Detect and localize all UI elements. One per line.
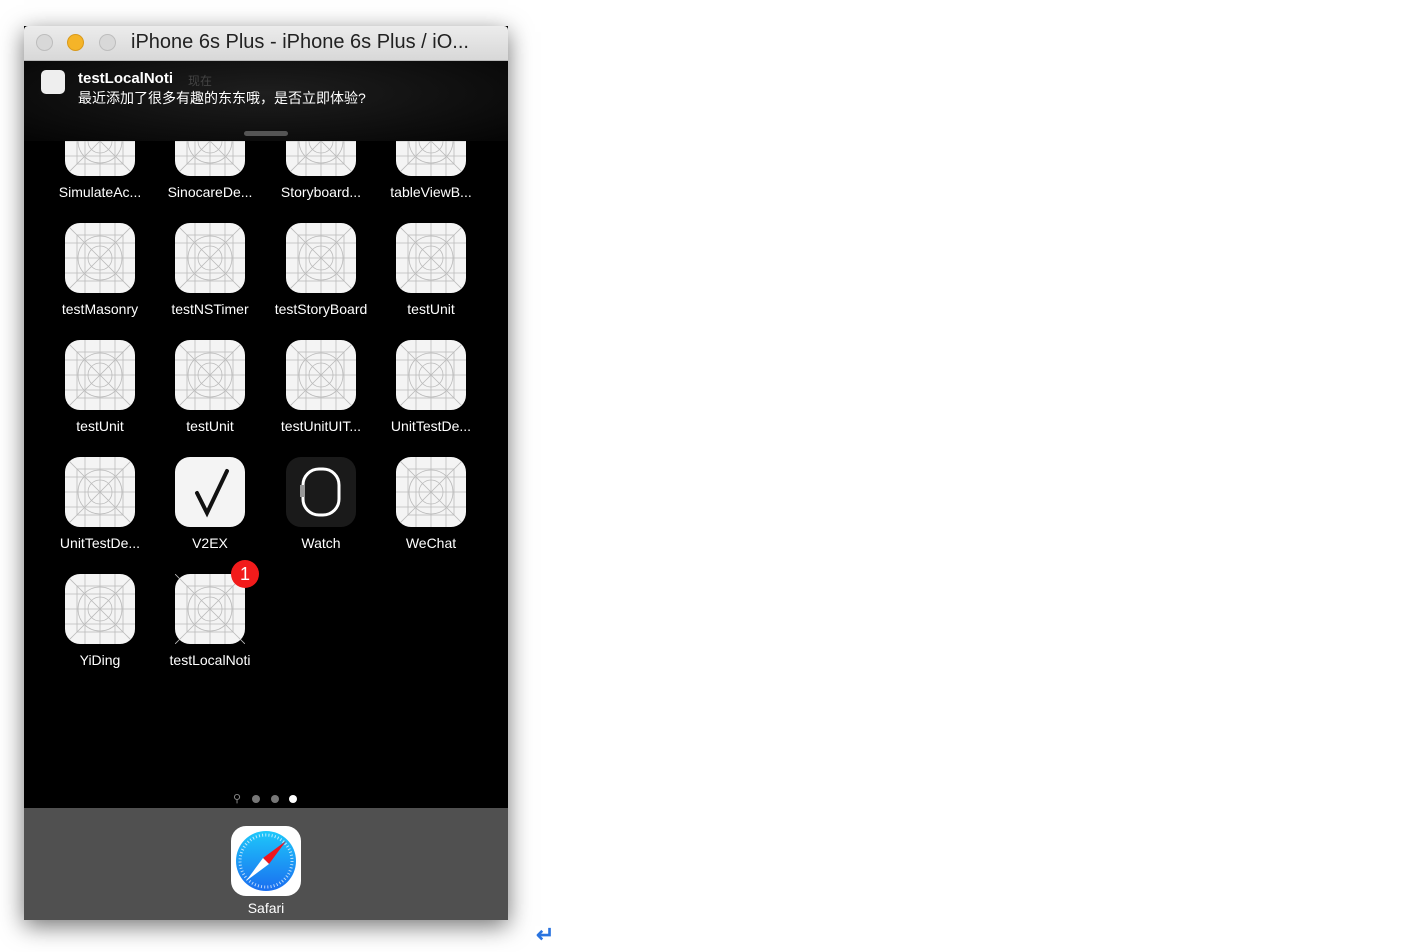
app-yiding[interactable]: YiDing xyxy=(45,574,155,668)
app-label: testNSTimer xyxy=(171,301,249,317)
app-label: UnitTestDe... xyxy=(390,418,472,434)
app-icon xyxy=(396,457,466,527)
notification-message: 最近添加了很多有趣的东东哦，是否立即体验? xyxy=(78,90,366,106)
notification-badge: 1 xyxy=(231,560,259,588)
app-testunit[interactable]: testUnit xyxy=(155,340,265,434)
app-label: testUnit xyxy=(407,301,455,317)
app-testunit[interactable]: testUnit xyxy=(376,223,486,317)
home-screen: testLocalNoti 现在 最近添加了很多有趣的东东哦，是否立即体验? S… xyxy=(24,61,508,920)
dock-app-safari[interactable]: Safari xyxy=(211,826,321,916)
page-dot[interactable] xyxy=(252,795,260,803)
dock: Safari xyxy=(24,808,508,920)
app-label: testUnit xyxy=(186,418,234,434)
app-icon xyxy=(41,70,65,94)
app-label: V2EX xyxy=(192,535,228,551)
app-unittestde[interactable]: UnitTestDe... xyxy=(376,340,486,434)
app-watch[interactable]: Watch xyxy=(266,457,376,551)
app-label: Storyboard... xyxy=(280,184,362,200)
app-teststoryboard[interactable]: testStoryBoard xyxy=(266,223,376,317)
app-label: SinocareDe... xyxy=(167,184,253,200)
drag-handle[interactable] xyxy=(244,131,288,136)
app-icon: 1 xyxy=(175,560,259,644)
app-label: testUnit xyxy=(76,418,124,434)
title-bar[interactable]: iPhone 6s Plus - iPhone 6s Plus / iO... xyxy=(24,26,508,61)
app-icon xyxy=(396,223,466,293)
safari-icon xyxy=(231,826,301,896)
app-label: testStoryBoard xyxy=(274,301,368,317)
window-title: iPhone 6s Plus - iPhone 6s Plus / iO... xyxy=(131,31,469,53)
app-v2ex[interactable]: V2EX xyxy=(155,457,265,551)
app-label: YiDing xyxy=(79,652,121,668)
app-testunituit[interactable]: testUnitUIT... xyxy=(266,340,376,434)
notification-app: testLocalNoti xyxy=(78,70,174,87)
app-icon xyxy=(175,223,245,293)
app-label: UnitTestDe... xyxy=(59,535,141,551)
minimize-button[interactable] xyxy=(67,34,84,51)
app-unittestde[interactable]: UnitTestDe... xyxy=(45,457,155,551)
app-label: testUnitUIT... xyxy=(280,418,362,434)
watch-icon xyxy=(286,457,356,527)
app-testunit[interactable]: testUnit xyxy=(45,340,155,434)
zoom-button[interactable] xyxy=(99,34,116,51)
app-label: testLocalNoti xyxy=(169,652,251,668)
app-label: tableViewB... xyxy=(390,184,472,200)
app-icon xyxy=(286,223,356,293)
app-icon xyxy=(286,340,356,410)
app-testlocalnoti[interactable]: 1 testLocalNoti xyxy=(155,560,265,668)
app-label: Watch xyxy=(301,535,341,551)
app-label: WeChat xyxy=(405,535,457,551)
notification-time: 现在 xyxy=(188,74,213,88)
app-testnstimer[interactable]: testNSTimer xyxy=(155,223,265,317)
app-icon xyxy=(175,340,245,410)
v2ex-icon xyxy=(175,457,245,527)
return-arrow-icon: ↵ xyxy=(536,922,555,947)
close-button[interactable] xyxy=(36,34,53,51)
app-icon xyxy=(396,340,466,410)
app-icon xyxy=(65,457,135,527)
app-icon xyxy=(65,223,135,293)
app-icon xyxy=(65,340,135,410)
app-icon xyxy=(65,574,135,644)
search-icon: ⚲ xyxy=(233,793,242,805)
app-wechat[interactable]: WeChat xyxy=(376,457,486,551)
page-dot-current[interactable] xyxy=(289,795,297,803)
simulator-window: iPhone 6s Plus - iPhone 6s Plus / iO... … xyxy=(24,26,508,920)
app-label: testMasonry xyxy=(61,301,139,317)
app-label: Safari xyxy=(247,900,285,916)
app-label: SimulateAc... xyxy=(58,184,142,200)
page-dot[interactable] xyxy=(271,795,279,803)
notification-banner[interactable]: testLocalNoti 现在 最近添加了很多有趣的东东哦，是否立即体验? xyxy=(24,61,508,141)
app-testmasonry[interactable]: testMasonry xyxy=(45,223,155,317)
